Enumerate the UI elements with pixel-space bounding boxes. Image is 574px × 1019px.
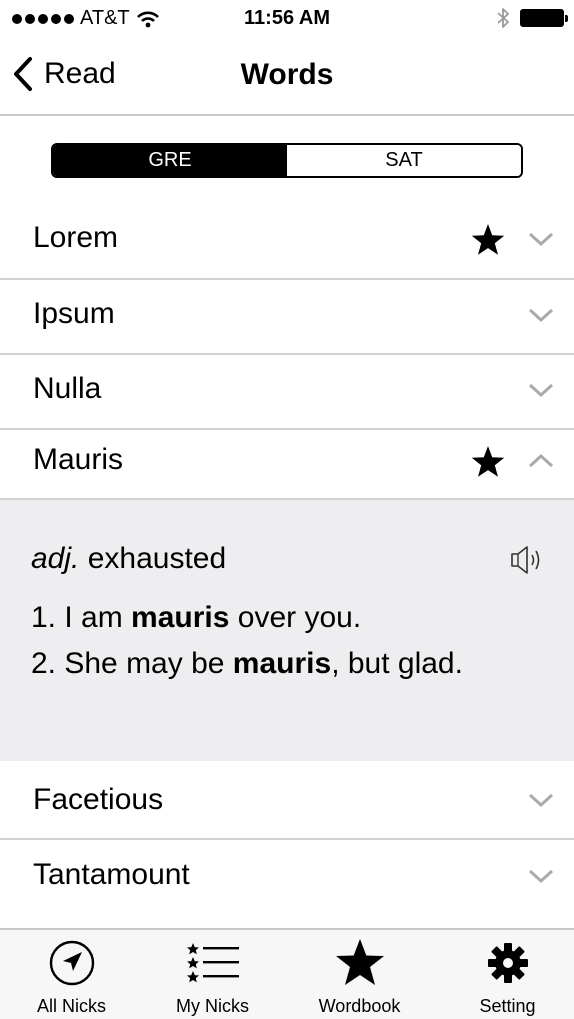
star-icon (335, 939, 384, 985)
status-right (496, 7, 568, 29)
definition-line: adj. exhausted (31, 542, 226, 576)
chevron-down-icon[interactable] (528, 307, 554, 323)
example-highlight: mauris (131, 601, 230, 634)
word-row-nulla[interactable]: Nulla (0, 355, 574, 430)
definition-text: exhausted (87, 542, 227, 575)
segment-gre[interactable]: GRE (53, 145, 287, 176)
status-time: 11:56 AM (244, 7, 330, 29)
word-row-ipsum[interactable]: Ipsum (0, 280, 574, 355)
segment-sat[interactable]: SAT (287, 145, 521, 176)
word-row-facetious[interactable]: Facetious (0, 761, 574, 840)
tab-setting[interactable]: Setting (436, 930, 574, 1019)
word-detail-panel: adj. exhausted 1. I am mauris over you. … (0, 500, 574, 761)
example-sentence: 2. She may be mauris, but glad. (31, 647, 463, 681)
gear-icon (487, 943, 528, 983)
word-row-tantamount[interactable]: Tantamount (0, 840, 574, 928)
compass-icon (49, 940, 94, 986)
example-sentence: 1. I am mauris over you. (31, 601, 361, 635)
navigation-bar: Read Words (0, 38, 574, 116)
status-bar: AT&T 11:56 AM (0, 0, 574, 38)
word-row-mauris[interactable]: Mauris (0, 430, 574, 500)
tab-bar: All Nicks My Nicks Wordbook Setting (0, 928, 574, 1019)
tab-label: My Nicks (176, 996, 249, 1016)
word-label: Ipsum (33, 297, 115, 330)
chevron-down-icon[interactable] (528, 868, 554, 884)
word-label: Nulla (33, 372, 102, 405)
word-label: Lorem (33, 221, 119, 254)
chevron-down-icon[interactable] (528, 792, 554, 808)
tab-wordbook[interactable]: Wordbook (288, 930, 431, 1019)
speaker-icon[interactable] (509, 543, 545, 577)
starred-list-icon (186, 943, 239, 983)
battery-icon (520, 9, 568, 27)
star-icon[interactable] (470, 222, 506, 258)
chevron-up-icon[interactable] (528, 453, 554, 469)
word-label: Mauris (33, 443, 124, 476)
word-label: Facetious (33, 783, 164, 816)
example-suffix: over you. (229, 601, 362, 634)
example-suffix: , but glad. (331, 647, 463, 680)
word-row-lorem[interactable]: Lorem (0, 203, 574, 280)
part-of-speech: adj. (31, 542, 80, 575)
chevron-down-icon[interactable] (528, 231, 554, 247)
word-label: Tantamount (33, 858, 190, 891)
example-prefix: 1. I am (31, 601, 132, 634)
chevron-down-icon[interactable] (528, 382, 554, 398)
star-icon[interactable] (470, 444, 506, 480)
tab-label: Wordbook (318, 996, 401, 1016)
tab-label: Setting (479, 996, 536, 1016)
page-title: Words (240, 58, 334, 91)
tab-all-nicks[interactable]: All Nicks (0, 930, 143, 1019)
exam-segmented-control: GRE SAT (51, 143, 523, 178)
bluetooth-icon (497, 8, 509, 28)
example-highlight: mauris (232, 647, 332, 680)
tab-label: All Nicks (36, 996, 106, 1016)
example-prefix: 2. She may be (31, 647, 233, 680)
tab-my-nicks[interactable]: My Nicks (141, 930, 284, 1019)
